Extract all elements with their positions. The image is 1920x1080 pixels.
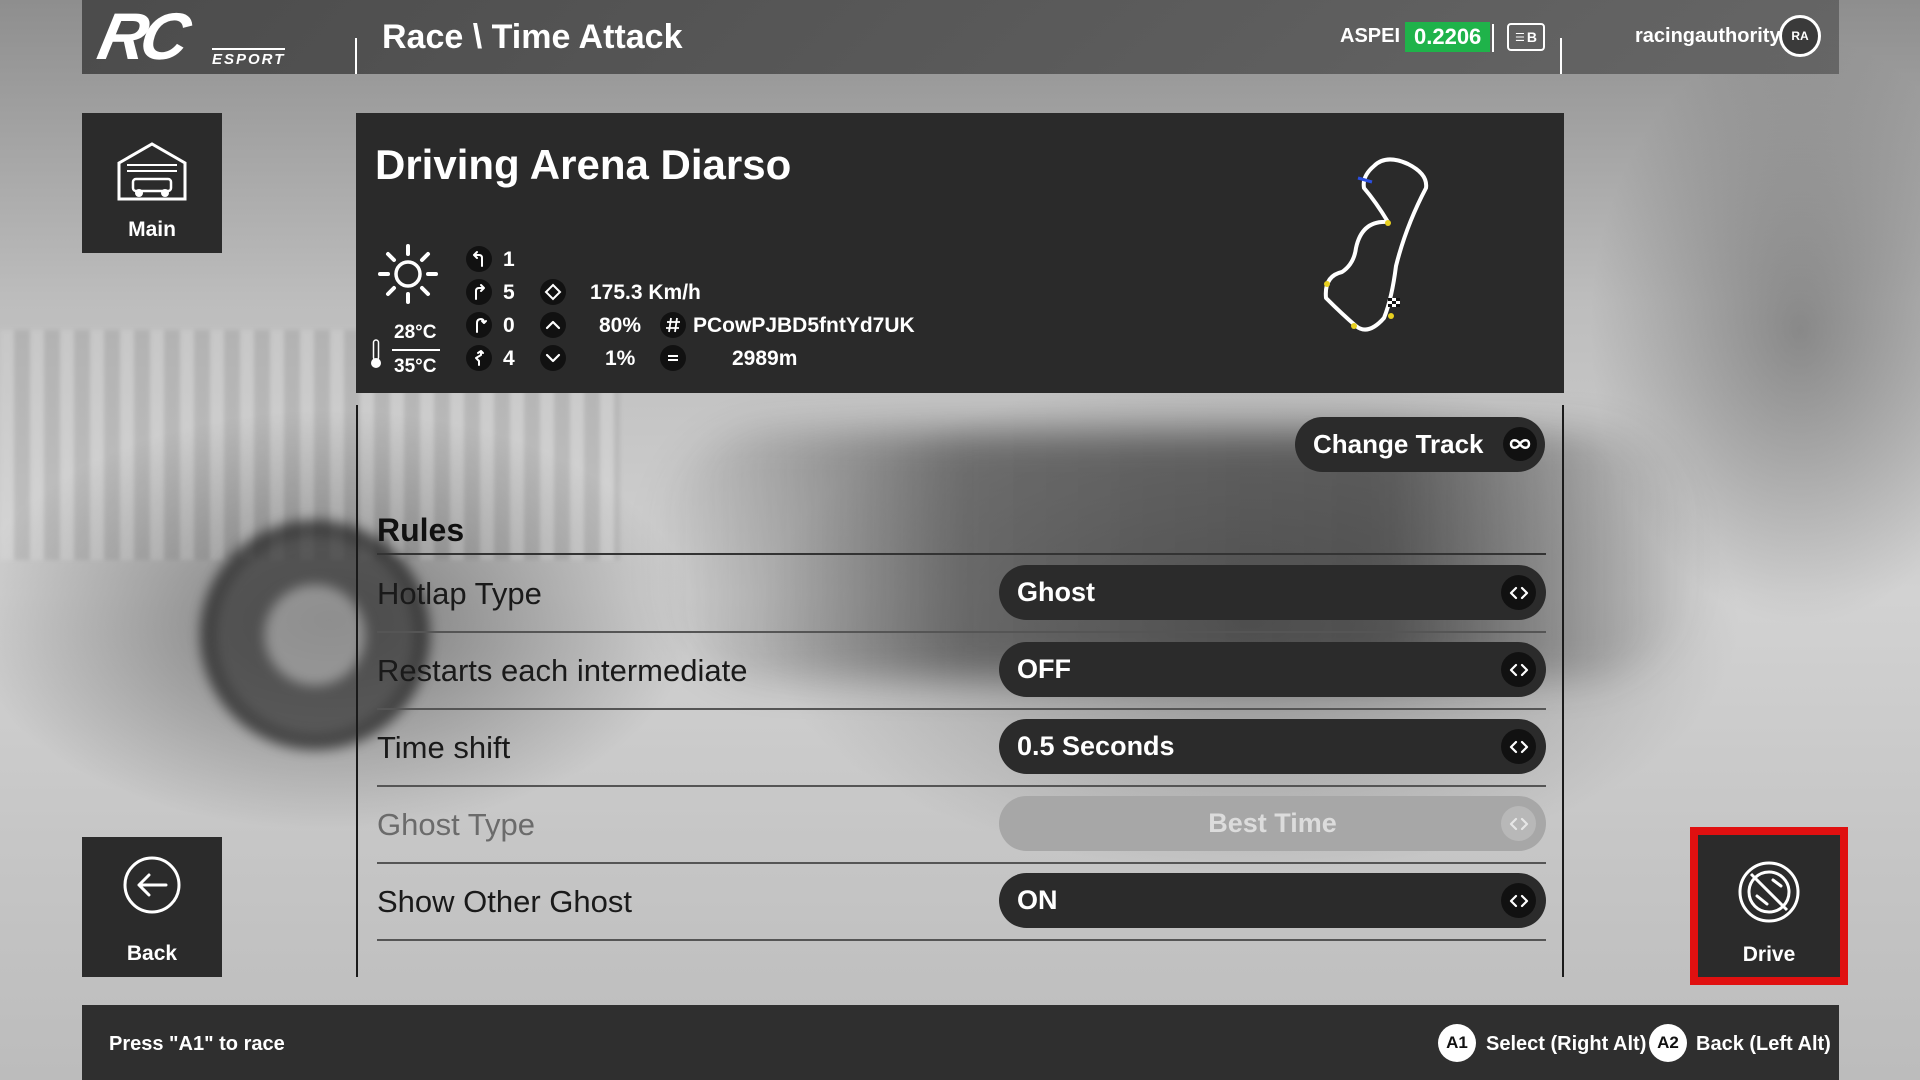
sun-icon — [378, 244, 438, 304]
hairpin-icon — [466, 312, 492, 338]
garage-icon — [117, 142, 187, 201]
steering-wheel-icon — [1738, 861, 1800, 923]
thermometer-icon — [371, 339, 381, 368]
back-arrow-icon — [123, 856, 181, 914]
track-temperature: 35°C — [394, 356, 437, 377]
content-frame-right — [1562, 405, 1564, 977]
logo-text: RC — [92, 0, 192, 73]
top-speed-value: 175.3 Km/h — [590, 281, 701, 304]
temperature-divider — [392, 349, 440, 351]
change-track-button[interactable]: Change Track — [1295, 417, 1545, 472]
hotlap-type-selector[interactable]: Ghost — [999, 565, 1546, 620]
rule-row-time-shift: Time shift 0.5 Seconds — [377, 710, 1546, 787]
rc-esport-logo: RC ESPORT — [92, 0, 340, 73]
selector-value: Best Time — [1208, 808, 1337, 838]
left-right-arrows-icon[interactable] — [1501, 883, 1536, 918]
rule-row-ghost-type: Ghost Type Best Time — [377, 787, 1546, 864]
left-right-arrows-icon — [1501, 806, 1536, 841]
aspei-label: ASPEI — [1340, 25, 1401, 47]
selector-value: ON — [1017, 885, 1058, 915]
key-label: A2 — [1657, 1033, 1679, 1052]
decline-icon — [540, 345, 566, 371]
rule-label: Restarts each intermediate — [377, 653, 748, 688]
avatar[interactable]: RA — [1779, 15, 1821, 57]
left-right-arrows-icon[interactable] — [1501, 652, 1536, 687]
right-turn-icon — [466, 279, 492, 305]
change-track-label: Change Track — [1313, 429, 1484, 459]
incline-icon — [540, 312, 566, 338]
select-hint-label: Select (Right Alt) — [1486, 1033, 1647, 1055]
back-hint-label: Back (Left Alt) — [1696, 1033, 1831, 1055]
a2-key-icon[interactable]: A2 — [1649, 1024, 1687, 1062]
left-turn-icon — [466, 246, 492, 272]
rules-heading: Rules — [377, 512, 465, 548]
page-title: Race \ Time Attack — [382, 18, 683, 56]
drive-button-label: Drive — [1742, 943, 1796, 966]
restarts-each-intermediate-selector[interactable]: OFF — [999, 642, 1546, 697]
rule-row-show-other-ghost: Show Other Ghost ON — [377, 864, 1546, 941]
max-incline-value: 80% — [599, 314, 642, 337]
selector-value: 0.5 Seconds — [1017, 731, 1175, 761]
header-divider — [355, 38, 357, 74]
main-button[interactable]: Main — [82, 113, 222, 253]
rule-label: Hotlap Type — [377, 576, 542, 611]
hash-icon — [660, 312, 686, 338]
main-button-label: Main — [128, 218, 176, 241]
rule-label: Show Other Ghost — [377, 884, 633, 919]
race-hint: Press "A1" to race — [109, 1033, 285, 1055]
max-decline-value: 1% — [605, 347, 636, 370]
top-bar: RC ESPORT Race \ Time Attack ASPEI 0.220… — [82, 0, 1839, 74]
left-turns-count: 1 — [503, 248, 515, 271]
rule-row-restarts: Restarts each intermediate OFF — [377, 633, 1546, 710]
drive-button[interactable]: Drive — [1698, 835, 1840, 977]
track-length-value: 2989m — [732, 347, 798, 370]
avatar-text: RA — [1791, 29, 1809, 43]
left-right-arrows-icon[interactable] — [1501, 729, 1536, 764]
finish-flag-icon — [1388, 298, 1400, 307]
top-speed-icon — [540, 279, 566, 305]
rule-label: Ghost Type — [377, 807, 535, 842]
rule-row-hotlap-type: Hotlap Type Ghost — [377, 556, 1546, 633]
chicane-icon — [466, 345, 492, 371]
track-info-panel: Driving Arena Diarso 28°C 35°C 1 5 0 4 1… — [356, 113, 1564, 393]
id-card-icon[interactable]: ☰ B — [1507, 23, 1545, 51]
time-shift-selector[interactable]: 0.5 Seconds — [999, 719, 1546, 774]
track-length-icon — [660, 345, 686, 371]
rules-divider — [377, 553, 1546, 555]
username[interactable]: racingauthority — [1635, 25, 1781, 48]
content-frame-left — [356, 405, 358, 977]
header-divider — [1492, 24, 1494, 52]
track-name: Driving Arena Diarso — [375, 141, 792, 188]
track-map — [1323, 157, 1429, 332]
row-divider — [377, 939, 1546, 941]
track-id: PCowPJBD5fntYd7UK — [693, 314, 915, 337]
selector-value: OFF — [1017, 654, 1071, 684]
hairpins-count: 0 — [503, 314, 515, 337]
a1-key-icon[interactable]: A1 — [1438, 1024, 1476, 1062]
infinity-icon — [1503, 427, 1537, 461]
bottom-bar: Press "A1" to race A1 Select (Right Alt)… — [82, 1005, 1839, 1080]
badge-text: B — [1526, 29, 1537, 45]
right-turns-count: 5 — [503, 281, 515, 304]
left-right-arrows-icon[interactable] — [1501, 575, 1536, 610]
rule-label: Time shift — [377, 730, 511, 765]
header-divider — [1560, 38, 1562, 74]
selector-value: Ghost — [1017, 577, 1095, 607]
key-label: A1 — [1446, 1033, 1468, 1052]
ghost-type-selector: Best Time — [999, 796, 1546, 851]
chicanes-count: 4 — [503, 347, 515, 370]
logo-subtext: ESPORT — [212, 48, 286, 68]
aspei-value-badge: 0.2206 — [1405, 22, 1491, 52]
back-button[interactable]: Back — [82, 837, 222, 977]
back-button-label: Back — [126, 942, 178, 965]
air-temperature: 28°C — [394, 322, 437, 343]
show-other-ghost-selector[interactable]: ON — [999, 873, 1546, 928]
